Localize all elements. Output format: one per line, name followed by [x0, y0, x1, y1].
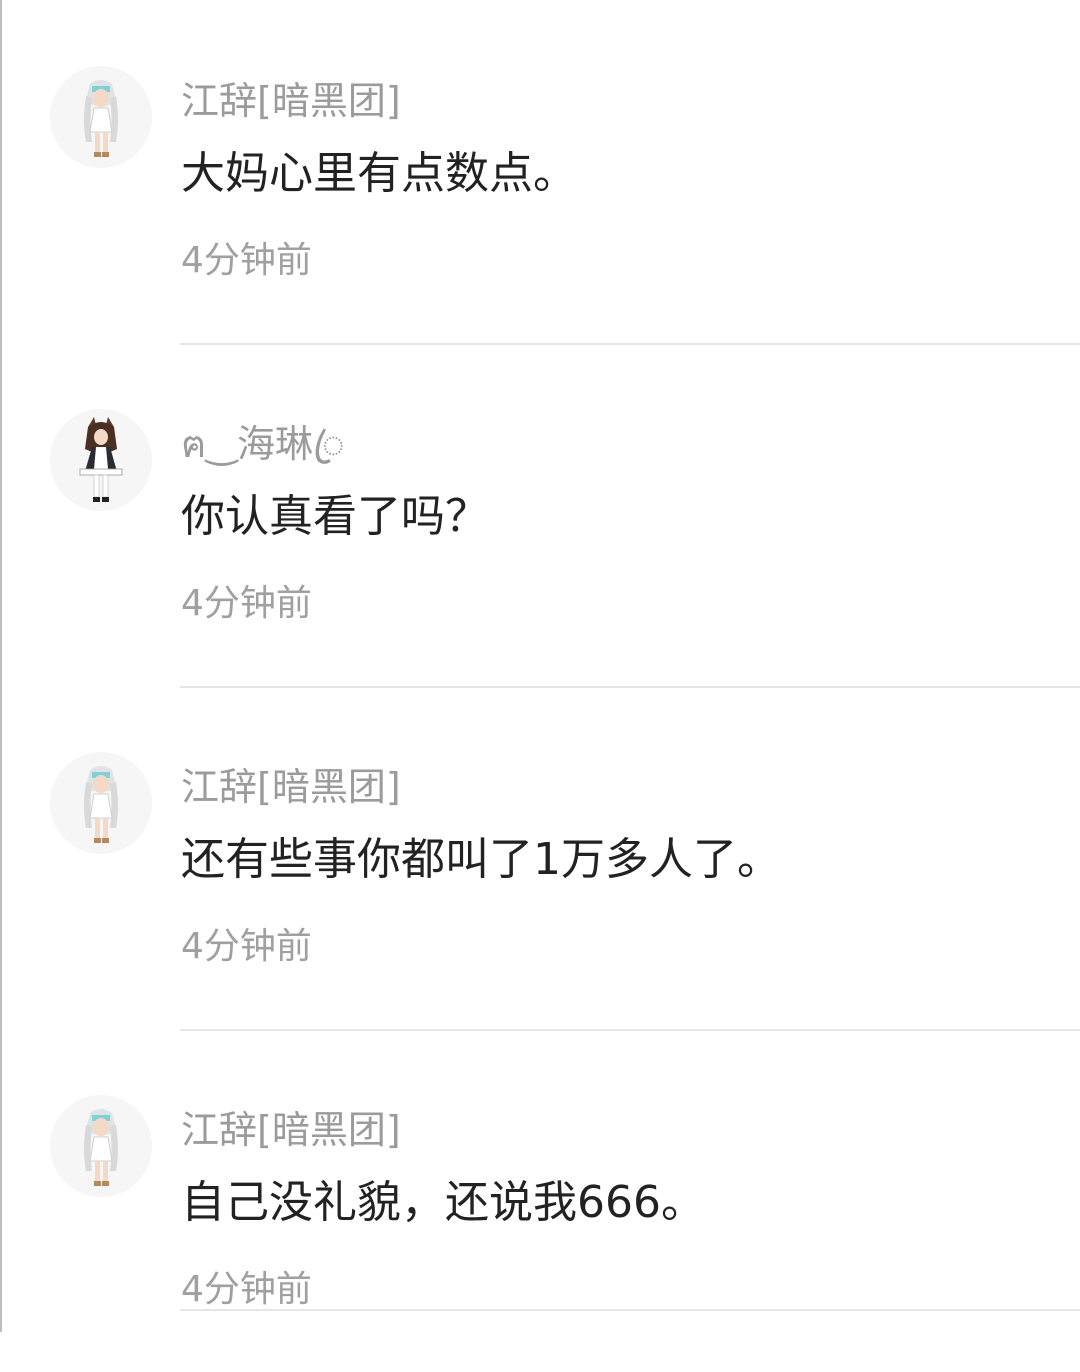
- comment-item[interactable]: 江辞[暗黑团] 还有些事你都叫了1万多人了。 4分钟前: [0, 686, 1080, 1031]
- comment-username[interactable]: 江辞[暗黑团]: [181, 1106, 401, 1154]
- comment-timestamp: 4分钟前: [181, 583, 312, 624]
- comment-item[interactable]: 江辞[暗黑团] 自己没礼貌，还说我666。 4分钟前: [0, 1029, 1080, 1372]
- comment-item[interactable]: 江辞[暗黑团] 大妈心里有点数点。 4分钟前: [0, 0, 1080, 345]
- comment-timestamp: 4分钟前: [181, 1269, 312, 1310]
- comment-text: 你认真看了吗？: [181, 491, 489, 542]
- anime-girl-white-avatar-icon: [50, 66, 152, 168]
- anime-girl-white-avatar-icon: [50, 752, 152, 854]
- anime-girl-maid-avatar-icon: [50, 409, 152, 511]
- comment-username[interactable]: 江辞[暗黑团]: [181, 77, 401, 125]
- comment-timestamp: 4分钟前: [181, 240, 312, 281]
- user-avatar[interactable]: [50, 1095, 152, 1197]
- comment-text: 还有些事你都叫了1万多人了。: [181, 834, 781, 885]
- comment-text: 大妈心里有点数点。: [181, 148, 577, 199]
- comment-username[interactable]: ฅ‿海琳ꦿ: [181, 420, 345, 468]
- comment-text: 自己没礼貌，还说我666。: [181, 1177, 705, 1228]
- comment-divider: [180, 1309, 1080, 1311]
- user-avatar[interactable]: [50, 409, 152, 511]
- comment-timestamp: 4分钟前: [181, 926, 312, 967]
- comment-username[interactable]: 江辞[暗黑团]: [181, 763, 401, 811]
- anime-girl-white-avatar-icon: [50, 1095, 152, 1197]
- comment-item[interactable]: ฅ‿海琳ꦿ 你认真看了吗？ 4分钟前: [0, 343, 1080, 688]
- user-avatar[interactable]: [50, 66, 152, 168]
- user-avatar[interactable]: [50, 752, 152, 854]
